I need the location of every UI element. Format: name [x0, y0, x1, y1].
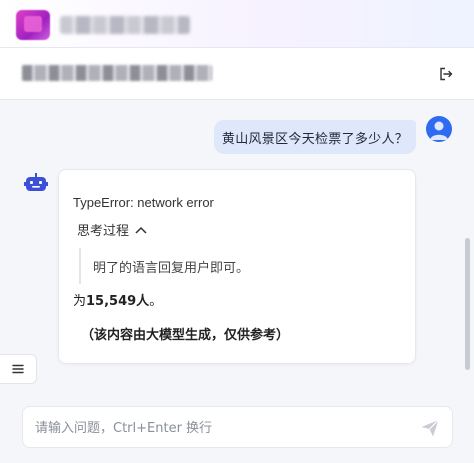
conversation-title	[22, 65, 212, 81]
input-box	[22, 406, 453, 448]
robot-icon	[24, 173, 48, 195]
thinking-content: 明了的语言回复用户即可。	[79, 248, 379, 284]
logout-icon	[440, 67, 453, 81]
answer-prefix: 为	[73, 294, 87, 309]
user-avatar	[426, 116, 452, 142]
thinking-label: 思考过程	[77, 224, 130, 239]
chat-area: 黄山风景区今天检票了多少人？ TypeError: network error …	[0, 101, 474, 393]
answer-text: 为15,549人。	[73, 290, 162, 309]
answer-suffix: 。	[149, 294, 163, 309]
ai-disclaimer: （该内容由大模型生成，仅供参考）	[81, 328, 290, 343]
bot-message-card: TypeError: network error 思考过程 明了的语言回复用户即…	[58, 169, 416, 364]
thinking-toggle[interactable]: 思考过程	[77, 220, 147, 239]
answer-value: 15,549人	[86, 294, 150, 309]
menu-button[interactable]	[0, 354, 37, 384]
thinking-text: 明了的语言回复用户即可。	[93, 260, 250, 276]
question-input[interactable]	[35, 415, 405, 441]
app-title	[60, 16, 190, 34]
send-button[interactable]	[419, 417, 441, 439]
chat-scrollbar[interactable]	[465, 238, 470, 370]
app-banner	[0, 0, 474, 48]
user-message: 黄山风景区今天检票了多少人？	[214, 120, 416, 154]
send-icon	[421, 419, 439, 437]
error-message: TypeError: network error	[73, 195, 214, 210]
conversation-header	[0, 48, 474, 100]
menu-icon	[12, 364, 24, 374]
logout-button[interactable]	[436, 64, 456, 84]
app-logo	[16, 10, 50, 40]
chevron-up-icon	[135, 226, 147, 234]
